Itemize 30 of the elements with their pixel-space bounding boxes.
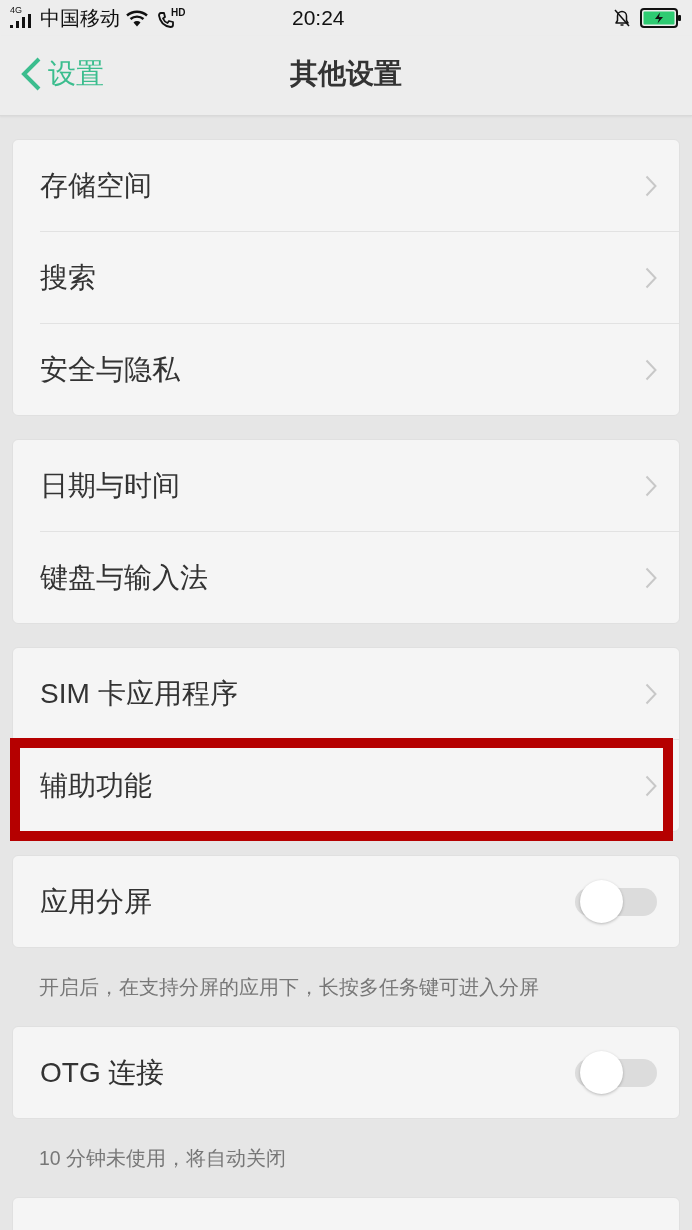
settings-item[interactable]: SIM 卡应用程序 <box>13 648 679 739</box>
setting-note: 开启后，在支持分屏的应用下，长按多任务键可进入分屏 <box>39 975 539 1000</box>
toggle-switch[interactable] <box>575 879 657 924</box>
chevron-right-icon <box>645 566 657 589</box>
settings-item[interactable]: 搜索 <box>13 232 679 323</box>
network-type-label: 4G <box>10 6 22 15</box>
battery-charging-icon <box>640 8 682 28</box>
chevron-right-icon <box>645 682 657 705</box>
chevron-right-icon <box>645 358 657 381</box>
settings-item[interactable]: 日期与时间 <box>13 440 679 531</box>
chevron-right-icon <box>645 774 657 797</box>
chevron-right-icon <box>645 474 657 497</box>
page-title: 其他设置 <box>290 57 402 91</box>
settings-item[interactable]: 安全与隐私 <box>13 324 679 415</box>
carrier-name: 中国移动 <box>40 6 120 30</box>
toggle-switch[interactable] <box>575 1050 657 1095</box>
signal-icon <box>10 14 32 28</box>
setting-label: 应用分屏 <box>40 884 152 919</box>
hd-call-label: HD <box>171 8 186 18</box>
settings-item[interactable]: 辅助功能 <box>13 740 679 831</box>
chevron-right-icon <box>645 174 657 197</box>
wifi-icon <box>126 9 148 27</box>
settings-item[interactable]: 存储空间 <box>13 140 679 231</box>
status-time: 20:24 <box>292 6 345 30</box>
bell-off-icon <box>612 8 632 28</box>
back-chevron-icon <box>20 57 42 91</box>
chevron-right-icon <box>645 266 657 289</box>
setting-note: 10 分钟未使用，将自动关闭 <box>39 1146 287 1171</box>
setting-label: OTG 连接 <box>40 1055 165 1090</box>
settings-item[interactable]: 键盘与输入法 <box>13 532 679 623</box>
